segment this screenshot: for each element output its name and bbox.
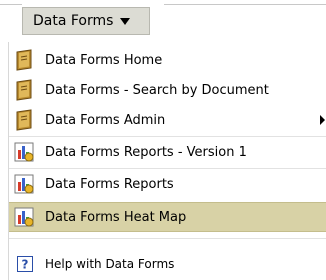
report-chart-icon	[14, 142, 34, 162]
menubar-border-left	[0, 4, 22, 5]
menubar: Data Forms	[0, 0, 326, 40]
data-forms-dropdown: Data Forms Home Data Forms - Search by D…	[8, 42, 326, 280]
menu-separator	[9, 238, 326, 239]
menubar-border-right	[164, 4, 326, 5]
menu-item-label: Help with Data Forms	[45, 257, 175, 271]
menu-item-data-forms-heat-map[interactable]: Data Forms Heat Map	[9, 202, 326, 232]
menu-item-data-forms-reports[interactable]: Data Forms Reports	[9, 170, 326, 198]
caret-down-icon	[120, 17, 131, 25]
book-icon	[16, 49, 32, 71]
report-chart-icon	[14, 207, 34, 227]
menu-item-label: Data Forms Heat Map	[45, 209, 187, 225]
menu-item-label: Data Forms Admin	[45, 112, 166, 128]
menu-separator	[9, 136, 326, 137]
data-forms-menu-label: Data Forms	[33, 13, 114, 29]
svg-text:?: ?	[22, 258, 29, 272]
menu-item-label: Data Forms Reports	[45, 176, 174, 192]
report-chart-icon	[14, 174, 34, 194]
menu-item-data-forms-home[interactable]: Data Forms Home	[9, 46, 326, 74]
menu-item-help-with-data-forms[interactable]: ? Help with Data Forms	[9, 250, 326, 278]
book-icon	[16, 79, 32, 101]
menu-item-label: Data Forms Home	[45, 52, 163, 68]
menu-item-data-forms-search-by-document[interactable]: Data Forms - Search by Document	[9, 76, 326, 104]
help-icon: ?	[17, 256, 33, 272]
book-icon	[16, 109, 32, 131]
submenu-arrow-icon	[320, 115, 325, 125]
data-forms-menu-button[interactable]: Data Forms	[22, 7, 150, 35]
menu-item-data-forms-admin[interactable]: Data Forms Admin	[9, 106, 326, 134]
menu-item-data-forms-reports-version-1[interactable]: Data Forms Reports - Version 1	[9, 138, 326, 166]
menu-separator	[9, 168, 326, 169]
menu-item-label: Data Forms - Search by Document	[45, 82, 269, 98]
menu-item-label: Data Forms Reports - Version 1	[45, 144, 247, 160]
